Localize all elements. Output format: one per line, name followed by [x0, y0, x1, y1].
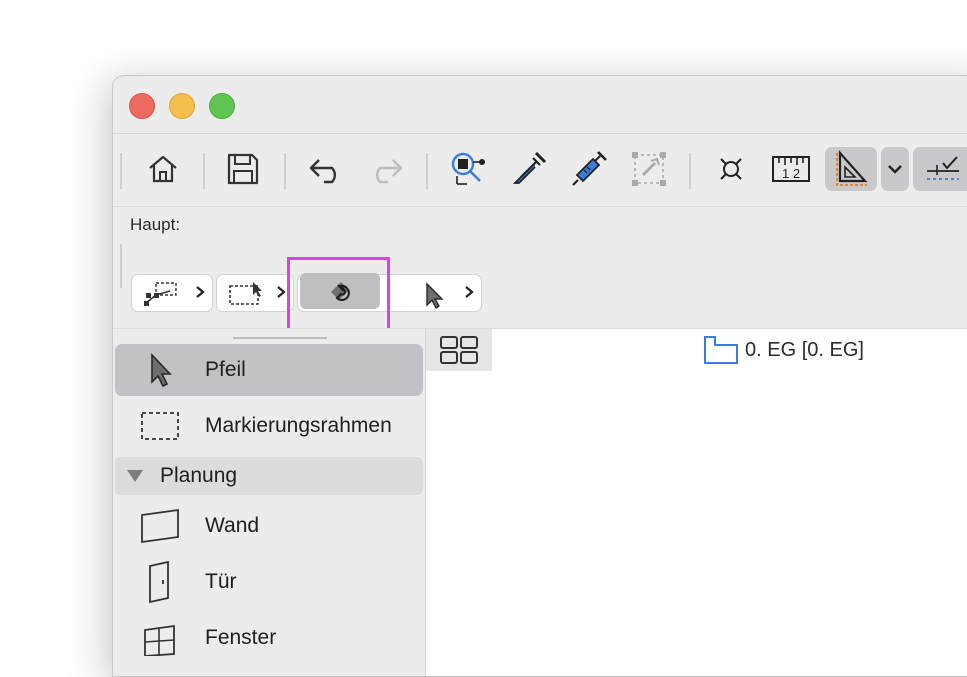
tool-label: Fenster [205, 626, 277, 649]
inject-parameters-button[interactable] [565, 147, 613, 191]
close-window-button[interactable] [129, 93, 155, 119]
marquee-icon [141, 412, 179, 440]
toolbar-divider [203, 153, 205, 189]
marquee-arrow-icon [229, 282, 262, 305]
chevron-right-icon [196, 286, 205, 298]
redo-icon [375, 159, 403, 184]
polyline-selection-button[interactable] [131, 274, 213, 312]
wall-icon [141, 508, 179, 544]
find-select-icon [451, 152, 485, 185]
magic-wand-button[interactable] [625, 147, 673, 191]
disclosure-triangle-icon [127, 470, 143, 482]
tool-tuer[interactable]: Tür [115, 556, 423, 608]
tool-label: Wand [205, 514, 260, 537]
view-layout-button[interactable] [426, 329, 492, 371]
toolbar-divider [120, 153, 122, 189]
magic-wand-icon [632, 152, 666, 186]
maximize-window-button[interactable] [209, 93, 235, 119]
measure-icon: 1 2 [772, 156, 810, 182]
tool-label: Markierungsrahmen [205, 414, 392, 437]
arrow-icon [426, 282, 444, 309]
toolbar-divider [689, 153, 691, 189]
app-window: 1 2 Haupt: Pfeil Markierungsrahmen Planu… [112, 75, 967, 677]
undo-button[interactable] [302, 147, 350, 191]
tool-pfeil[interactable]: Pfeil [115, 344, 423, 396]
panel-resize-grip[interactable] [233, 337, 327, 339]
toolbar-divider [284, 153, 286, 189]
door-icon [149, 560, 169, 604]
inject-parameters-icon [572, 151, 607, 186]
undo-icon [309, 159, 337, 184]
arrow-icon [151, 352, 172, 388]
tool-markierungsrahmen[interactable]: Markierungsrahmen [115, 400, 423, 452]
standard-toolbar: 1 2 [113, 134, 967, 207]
trace-icon [927, 156, 959, 180]
pick-up-parameters-button[interactable] [505, 147, 553, 191]
marquee-selection-button[interactable] [216, 274, 294, 312]
tool-wand[interactable]: Wand [115, 500, 423, 552]
redo-button[interactable] [362, 147, 410, 191]
title-bar [113, 76, 967, 134]
pick-up-parameters-icon [512, 151, 547, 184]
trace-button[interactable] [913, 147, 967, 191]
toolbar-divider [426, 153, 428, 189]
toolbox-divider [120, 244, 122, 288]
grid-view-icon [440, 336, 478, 364]
chevron-right-icon [277, 286, 286, 298]
tool-fenster[interactable]: Fenster [115, 612, 423, 664]
snap-guide-dropdown[interactable] [881, 147, 909, 191]
measure-button[interactable]: 1 2 [767, 147, 815, 191]
tool-label: Pfeil [205, 358, 246, 381]
snap-guide-icon [836, 150, 868, 186]
save-button[interactable] [219, 147, 267, 191]
home-button[interactable] [139, 147, 187, 191]
chevron-right-icon [465, 286, 474, 298]
chevron-down-icon [888, 165, 902, 174]
group-planung[interactable]: Planung [115, 457, 423, 495]
group-label: Planung [160, 464, 238, 487]
floor-plan-icon [704, 336, 738, 364]
toolbox-header-label: Haupt: [130, 215, 181, 234]
story-indicator: 0. EG [0. EG] [703, 335, 864, 365]
guide-lines-icon [720, 158, 742, 180]
minimize-window-button[interactable] [169, 93, 195, 119]
home-icon [149, 155, 177, 183]
tool-label: Tür [205, 570, 237, 593]
highlight-annotation [287, 257, 390, 331]
save-icon [227, 153, 259, 185]
svg-text:1 2: 1 2 [782, 166, 800, 181]
find-select-button[interactable] [445, 147, 493, 191]
floor-plan-canvas[interactable] [426, 329, 967, 676]
guide-lines-button[interactable] [707, 147, 755, 191]
polyline-marquee-icon [144, 282, 177, 306]
story-name: 0. EG [0. EG] [745, 338, 864, 361]
snap-guide-button[interactable] [825, 147, 877, 191]
window-icon [144, 624, 175, 656]
